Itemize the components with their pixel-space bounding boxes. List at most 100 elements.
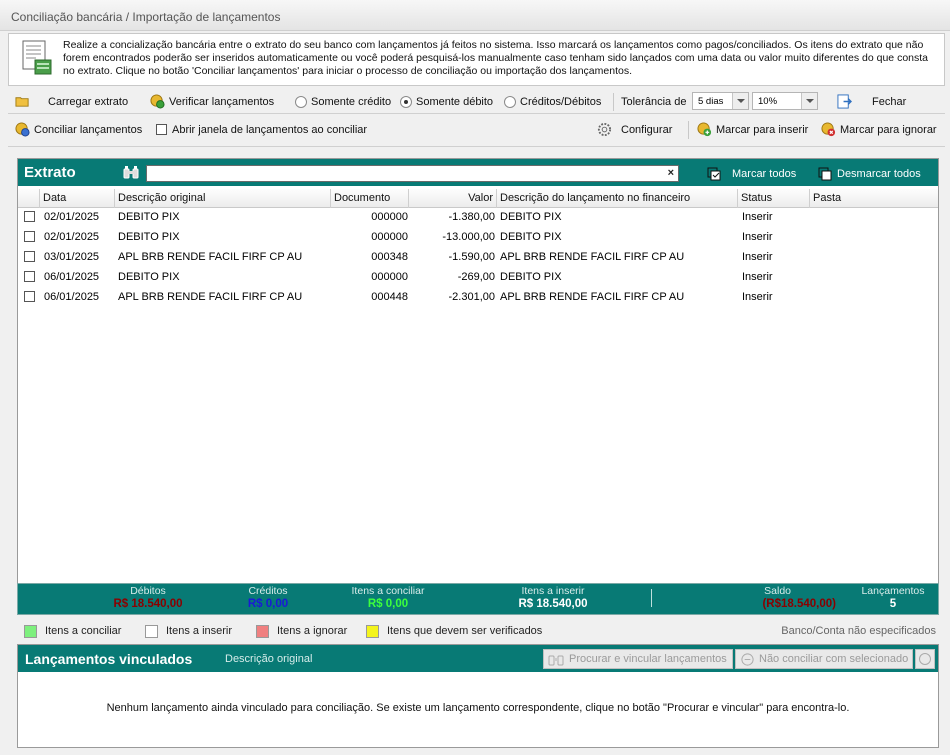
radio-debit-only-indicator [400, 95, 412, 108]
cell-status: Inserir [742, 211, 773, 223]
search-link-button[interactable]: Procurar e vincular lançamentos [543, 649, 733, 669]
cell-status: Inserir [742, 291, 773, 303]
table-row[interactable]: 02/01/2025 DEBITO PIX 000000 -1.380,00 DEBIT… [18, 207, 938, 227]
legend-swatch-green [24, 624, 37, 638]
unlink-icon [741, 652, 754, 666]
radio-debit-only[interactable]: Somente débito [400, 89, 493, 114]
bank-account-status: Banco/Conta não especificados [781, 625, 936, 637]
cell-desc_fin: DEBITO PIX [500, 271, 562, 283]
close-button[interactable]: Fechar [837, 89, 906, 114]
configure-button[interactable]: Configurar [597, 117, 672, 142]
statement-title: Extrato [24, 164, 76, 181]
deselect-all-icon [818, 167, 832, 181]
cell-valor: -1.590,00 [448, 251, 495, 263]
cell-documento: 000000 [371, 231, 408, 243]
radio-credit-only[interactable]: Somente crédito [295, 89, 391, 114]
column-header-folder[interactable]: Pasta [810, 189, 938, 208]
cell-valor: -2.301,00 [448, 291, 495, 303]
column-header-status[interactable]: Status [738, 189, 810, 208]
binoculars-icon [548, 655, 564, 666]
toolbar-divider [613, 93, 614, 111]
column-header-document[interactable]: Documento [331, 189, 409, 208]
window-title: Conciliação bancária / Importação de lan… [11, 10, 281, 24]
total-entries-count: Lançamentos 5 [861, 585, 925, 610]
cell-desc_fin: APL BRB RENDE FACIL FIRF CP AU [500, 251, 685, 263]
chevron-down-icon[interactable] [801, 93, 817, 109]
row-checkbox[interactable] [24, 231, 35, 242]
radio-credits-debits[interactable]: Créditos/Débitos [504, 89, 601, 114]
row-checkbox[interactable] [24, 291, 35, 302]
row-checkbox[interactable] [24, 251, 35, 262]
statement-search-input[interactable]: × [146, 165, 679, 182]
cell-descricao: DEBITO PIX [118, 211, 180, 223]
statement-table-header: Data Descrição original Documento Valor … [18, 189, 938, 208]
cell-status: Inserir [742, 231, 773, 243]
cell-data: 02/01/2025 [44, 231, 100, 243]
chevron-down-icon[interactable] [732, 93, 748, 109]
load-statement-button[interactable]: Carregar extrato [15, 89, 128, 114]
cell-descricao: APL BRB RENDE FACIL FIRF CP AU [118, 251, 303, 263]
column-header-financial-description[interactable]: Descrição do lançamento no financeiro [497, 189, 738, 208]
mark-insert-button[interactable]: Marcar para inserir [697, 117, 808, 142]
table-row[interactable]: 02/01/2025 DEBITO PIX 000000 -13.000,00 DEBI… [18, 227, 938, 247]
cell-valor: -1.380,00 [448, 211, 495, 223]
do-not-reconcile-button[interactable]: Não conciliar com selecionado [735, 649, 913, 669]
open-window-checkbox[interactable]: Abrir janela de lançamentos ao conciliar [156, 117, 367, 142]
binoculars-icon [123, 166, 139, 179]
cell-descricao: APL BRB RENDE FACIL FIRF CP AU [118, 291, 303, 303]
verify-entries-button[interactable]: Verificar lançamentos [150, 89, 274, 114]
cell-documento: 000348 [371, 251, 408, 263]
column-header-value[interactable]: Valor [409, 189, 497, 208]
exit-icon [837, 94, 852, 109]
mark-ignore-button[interactable]: Marcar para ignorar [821, 117, 937, 142]
cell-status: Inserir [742, 251, 773, 263]
clear-search-icon[interactable]: × [668, 167, 674, 179]
coin-add-icon [697, 122, 712, 137]
info-panel: Realize a concialização bancária entre o… [8, 33, 945, 86]
legend-to-reconcile: Itens a conciliar [24, 624, 121, 638]
total-to-insert: Itens a inserir R$ 18.540,00 [518, 585, 588, 610]
legend-swatch-yellow [366, 624, 379, 638]
column-header-date[interactable]: Data [40, 189, 115, 208]
reconcile-entries-button[interactable]: Conciliar lançamentos [15, 117, 142, 142]
tolerance-percent-select[interactable]: 10% [752, 92, 818, 110]
cell-desc_fin: DEBITO PIX [500, 211, 562, 223]
cell-documento: 000000 [371, 211, 408, 223]
tolerance-days-select[interactable]: 5 dias [692, 92, 749, 110]
radio-credit-only-indicator [295, 95, 307, 108]
table-row[interactable]: 06/01/2025 APL BRB RENDE FACIL FIRF CP AU… [18, 287, 938, 307]
extra-action-button[interactable] [915, 649, 935, 669]
window-titlebar: Conciliação bancária / Importação de lan… [0, 0, 950, 31]
cell-desc_fin: APL BRB RENDE FACIL FIRF CP AU [500, 291, 685, 303]
table-row[interactable]: 03/01/2025 APL BRB RENDE FACIL FIRF CP AU… [18, 247, 938, 267]
cell-data: 03/01/2025 [44, 251, 100, 263]
statement-panel: Extrato × Marcar todos Desmarcar todos D… [17, 158, 939, 586]
toolbar-secondary: Conciliar lançamentos Abrir janela de la… [8, 117, 945, 142]
toolbar-main: Carregar extrato Verificar lançamentos S… [8, 89, 945, 114]
cell-descricao: DEBITO PIX [118, 271, 180, 283]
total-to-reconcile: Itens a conciliar R$ 0,00 [351, 585, 425, 610]
column-header-description[interactable]: Descrição original [115, 189, 331, 208]
total-debits: Débitos R$ 18.540,00 [113, 585, 183, 610]
deselect-all-button[interactable]: Desmarcar todos [818, 167, 921, 181]
cell-desc_fin: DEBITO PIX [500, 231, 562, 243]
statement-header: Extrato × Marcar todos Desmarcar todos [18, 159, 938, 186]
row-checkbox[interactable] [24, 271, 35, 282]
table-row[interactable]: 06/01/2025 DEBITO PIX 000000 -269,00 DEBITO … [18, 267, 938, 287]
toolbar-divider [688, 121, 689, 139]
row-checkbox[interactable] [24, 211, 35, 222]
legend-to-ignore: Itens a ignorar [256, 624, 347, 638]
document-money-icon [22, 40, 52, 75]
column-header-check [18, 189, 40, 208]
legend-swatch-white [145, 624, 158, 638]
cell-status: Inserir [742, 271, 773, 283]
linked-entries-subtitle: Descrição original [225, 653, 313, 665]
linked-entries-title: Lançamentos vinculados [25, 651, 193, 667]
cell-documento: 000448 [371, 291, 408, 303]
coin-remove-icon [821, 122, 836, 137]
cell-data: 06/01/2025 [44, 271, 100, 283]
select-all-button[interactable]: Marcar todos [707, 167, 796, 181]
cell-valor: -13.000,00 [442, 231, 495, 243]
divider [8, 146, 945, 147]
open-window-checkbox-box [156, 124, 167, 135]
